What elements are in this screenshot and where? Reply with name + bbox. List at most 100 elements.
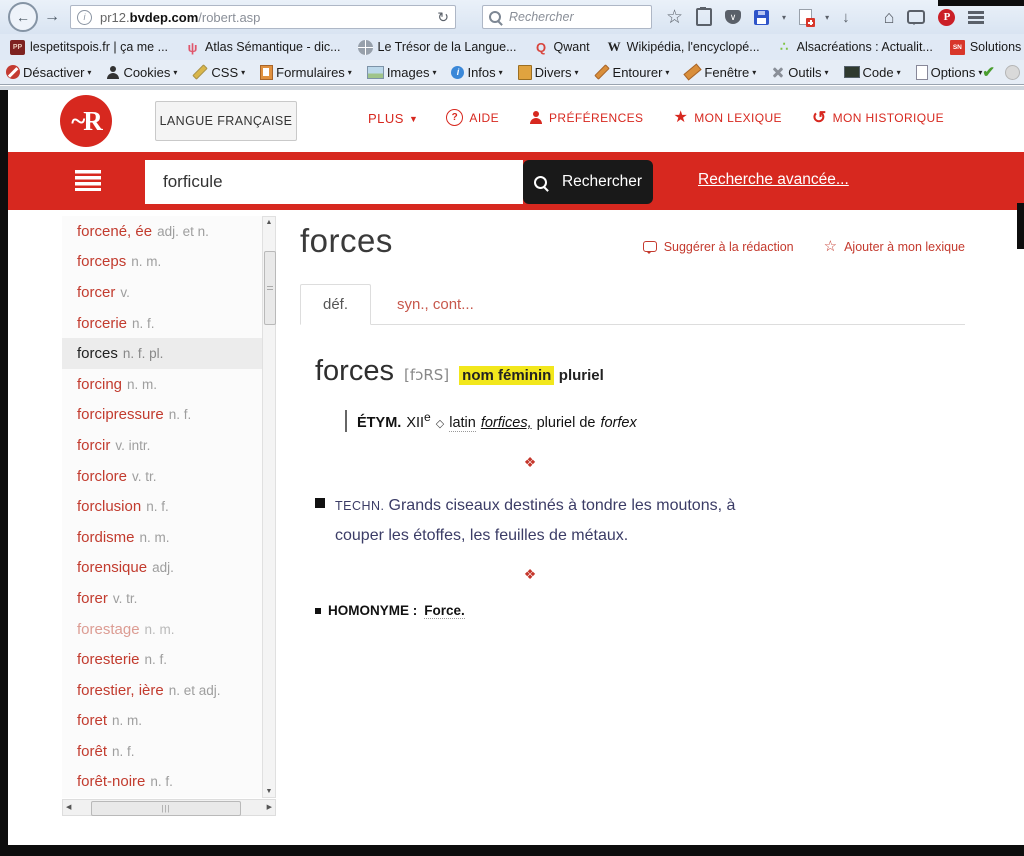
pocket-icon[interactable]: ∨ [725,10,741,24]
back-button[interactable]: ← [8,2,38,32]
word-list-item[interactable]: forêtn. f. [62,736,262,767]
word-list-item[interactable]: forcepsn. m. [62,247,262,278]
definition-text: Grands ciseaux destinés à tondre les mou… [335,497,735,544]
language-button[interactable]: LANGUE FRANÇAISE [155,101,297,141]
vertical-scrollbar[interactable]: ▲ ▼ [262,216,276,798]
le-robert-logo[interactable]: ~R [60,95,112,147]
devbar-menu-item[interactable]: Cookies▾ [106,65,177,80]
word-list-item[interactable]: forclusionn. f. [62,491,262,522]
browser-search-box[interactable] [482,5,652,29]
word-list-item[interactable]: foretn. m. [62,706,262,737]
scroll-right-arrow-icon[interactable]: ▶ [267,803,272,811]
vertical-scrollbar-thumb[interactable] [264,251,276,325]
devbar-menu-item[interactable]: Formulaires▾ [260,65,352,80]
menu-hamburger-icon[interactable] [968,11,984,24]
devbar-menu-item[interactable]: Fenêtre▾ [684,65,756,80]
word-list-item[interactable]: forcerv. [62,277,262,308]
forward-arrow-icon: → [44,8,60,25]
browser-search-input[interactable] [507,9,621,25]
site-info-icon[interactable]: i [77,10,92,25]
entry-pos-highlighted: nom féminin [459,366,554,385]
devbar-menu-item[interactable]: Désactiver▾ [6,65,91,80]
bookmark-item[interactable]: QQwant [534,40,590,55]
devbar-menu-item[interactable]: Images▾ [367,65,437,80]
save-icon[interactable] [754,10,769,25]
word-list-item[interactable]: forestagen. m. [62,614,262,645]
plus-menu[interactable]: PLUS ▼ [368,111,418,126]
horizontal-scrollbar[interactable]: ◀ ||| ▶ [62,799,276,816]
validation-check-icon[interactable]: ✔ [982,63,995,81]
devbar-menu-item[interactable]: Outils▾ [771,65,828,80]
word-list-item[interactable]: forêt-noiren. f. [62,767,262,798]
word-list-item[interactable]: forcirv. intr. [62,430,262,461]
word-list-item[interactable]: forestier, ièren. et adj. [62,675,262,706]
devbar-menu-item[interactable]: Code▾ [844,65,901,80]
dropdown-caret-icon: ▾ [348,68,352,77]
pinterest-icon[interactable]: P [938,9,955,26]
dictionary-search-input[interactable] [145,160,523,204]
word-list: forcené, éeadj. et n.forcepsn. m.forcerv… [62,216,262,798]
reading-list-icon[interactable] [696,8,712,26]
section-ornament-icon: ❖ [315,566,745,583]
devbar-menu-item[interactable]: iInfos▾ [451,65,502,80]
bookmark-star-icon[interactable]: ☆ [666,6,683,29]
status-circle-icon[interactable] [1005,65,1020,80]
word-list-item[interactable]: forensiqueadj. [62,553,262,584]
bookmark-item[interactable]: ∴Alsacréations : Actualit... [777,40,933,55]
homonym-word-link[interactable]: Force. [424,603,465,619]
word-list-item[interactable]: forerv. tr. [62,583,262,614]
forward-button[interactable]: → [40,8,64,26]
advanced-search-link[interactable]: Recherche avancée... [698,171,849,189]
bookmark-label: Atlas Sémantique - dic... [205,40,340,54]
devbar-menu-item[interactable]: Options▾ [916,65,983,80]
word-list-item[interactable]: forcerien. f. [62,308,262,339]
rechercher-button[interactable]: Rechercher [523,160,653,204]
nav-preferences[interactable]: PRÉFÉRENCES [529,111,643,125]
nav-label: AIDE [469,111,499,125]
bookmark-item[interactable]: ψAtlas Sémantique - dic... [185,40,340,55]
bookmark-item[interactable]: Le Trésor de la Langue... [358,40,517,55]
devbar-menu-item[interactable]: Entourer▾ [594,65,670,80]
suggest-link[interactable]: Suggérer à la rédaction [643,240,794,254]
etymology-source-link[interactable]: forfices, [481,415,532,431]
etymology-language-link[interactable]: latin [449,415,476,432]
scroll-down-arrow-icon[interactable]: ▼ [263,788,275,795]
add-page-icon[interactable] [799,9,812,25]
word-list-item[interactable]: foresterien. f. [62,644,262,675]
nav-aide[interactable]: ? AIDE [446,109,499,126]
chat-bubble-icon[interactable] [907,10,925,24]
bookmark-item[interactable]: WWikipédia, l'encyclopé... [607,40,760,55]
devbar-menu-item[interactable]: Divers▾ [518,65,579,80]
save-dropdown-caret-icon[interactable]: ▾ [782,13,786,22]
tresor-langue-globe-favicon [358,40,373,55]
tab-definition[interactable]: déf. [300,284,371,325]
tab-synonyms[interactable]: syn., cont... [371,285,500,324]
word-list-item[interactable]: forcipressuren. f. [62,400,262,431]
dropdown-caret-icon: ▾ [575,68,579,77]
bookmark-item[interactable]: SNSolutions Numériques ... [950,40,1024,55]
outils-tools-icon [771,65,785,79]
nav-mon-lexique[interactable]: ★ MON LEXIQUE [673,110,782,126]
url-bar[interactable]: i pr12.bvdep.com/robert.asp ↻ [70,5,456,29]
word-list-item[interactable]: forclorev. tr. [62,461,262,492]
devbar-menu-item[interactable]: CSS▾ [192,65,245,80]
add-to-lexicon-link[interactable]: ☆ Ajouter à mon lexique [824,239,965,254]
word-list-item[interactable]: forcené, éeadj. et n. [62,216,262,247]
word-list-item[interactable]: forcingn. m. [62,369,262,400]
word-list-item[interactable]: fordismen. m. [62,522,262,553]
home-icon[interactable]: ⌂ [884,7,895,28]
add-to-lexicon-label: Ajouter à mon lexique [844,240,965,254]
word-list-word: forêt [77,743,107,760]
word-list-item[interactable]: forcesn. f. pl. [62,338,262,369]
horizontal-scrollbar-thumb[interactable]: ||| [91,801,241,816]
downloads-icon[interactable]: ↓ [842,9,850,26]
scroll-up-arrow-icon[interactable]: ▲ [263,219,275,226]
nav-mon-historique[interactable]: ↺ MON HISTORIQUE [812,109,944,126]
sidebar-hamburger-icon[interactable] [75,170,101,191]
add-page-dropdown-caret-icon[interactable]: ▾ [825,13,829,22]
scroll-left-arrow-icon[interactable]: ◀ [66,803,71,811]
url-domain: bvdep.com [130,10,199,25]
bookmark-item[interactable]: PPlespetitspois.fr | ça me ... [10,40,168,55]
reload-icon[interactable]: ↻ [437,9,449,26]
devbar-menu-label: Divers [535,65,572,80]
